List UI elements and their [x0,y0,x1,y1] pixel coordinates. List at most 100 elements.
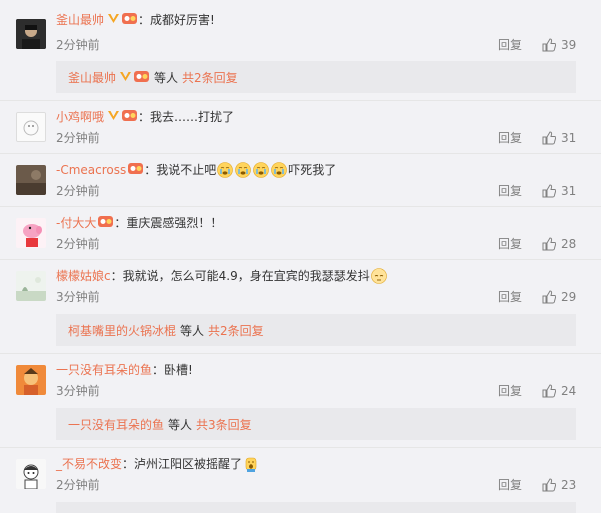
sub-reply-etc: 等人 [168,417,193,432]
username[interactable]: _不易不改变 [56,455,122,473]
divider [0,153,601,154]
like-count: 24 [561,384,577,398]
comment-time: 2分钟前 [56,131,100,145]
level-badge-icon [98,214,114,233]
username[interactable]: -付大大 [56,214,96,232]
comment-text: 我去……打扰了 [150,110,235,124]
like-count: 29 [561,290,577,304]
reply-button[interactable]: 回复 [498,37,522,53]
sub-reply-username[interactable]: 一只没有耳朵的鱼 [68,416,164,433]
comment-time: 2分钟前 [56,478,100,492]
reply-button[interactable]: 回复 [498,383,522,399]
username[interactable]: 一只没有耳朵的鱼 [56,361,152,379]
sub-replies-box[interactable]: 一只没有耳朵的鱼 等人 共3条回复 [56,408,576,440]
thumbs-up-icon [542,131,556,145]
divider [0,100,601,101]
like-button[interactable]: 31 [542,130,576,146]
like-count: 28 [561,237,577,251]
like-count: 31 [561,131,577,145]
divider [0,259,601,260]
like-button[interactable]: 23 [542,477,576,493]
colon: ： [152,363,165,377]
level-badge-icon [122,108,138,127]
divider [0,206,601,207]
comment-time: 2分钟前 [56,184,100,198]
crying-emoji-icon [217,162,234,178]
comment-text-after: 吓死我了 [288,163,337,177]
colon: ： [122,457,135,471]
sub-reply-username[interactable]: 柯基嘴里的火锅冰棍 [68,322,176,339]
sub-reply-total[interactable]: 共2条回复 [182,69,238,86]
sub-reply-total[interactable]: 共2条回复 [208,322,264,339]
username[interactable]: 釜山最帅 [56,11,104,29]
colon: ： [110,269,123,283]
avatar[interactable] [16,112,46,142]
avatar[interactable] [16,218,46,248]
thumbs-up-icon [542,184,556,198]
verified-v-icon [107,11,120,29]
thumbs-up-icon [542,290,556,304]
username[interactable]: -Cmeacross [56,161,126,179]
crying-emoji-icon [271,162,288,178]
avatar-photo-dark-icon [16,165,46,195]
avatar-cartoon-chick-icon [17,113,45,141]
sub-reply-etc: 等人 [180,323,205,338]
reply-button[interactable]: 回复 [498,130,522,146]
avatar[interactable] [16,365,46,395]
like-button[interactable]: 24 [542,383,576,399]
reply-button[interactable]: 回复 [498,183,522,199]
colon: ： [114,216,127,230]
thumbs-up-icon [542,384,556,398]
like-button[interactable]: 29 [542,289,576,305]
avatar[interactable] [16,271,46,301]
avatar[interactable] [16,19,46,49]
like-button[interactable]: 28 [542,236,576,252]
like-button[interactable]: 31 [542,183,576,199]
like-button[interactable]: 39 [542,37,576,53]
comment-text: 泸州江阳区被摇醒了 [134,457,243,471]
yawn-emoji-icon [243,456,259,472]
username[interactable]: 檬檬姑娘c [56,267,111,285]
crying-emoji-icon [253,162,270,178]
comment-time: 2分钟前 [56,237,100,251]
colon: ： [138,13,151,27]
like-count: 39 [561,38,577,52]
comment-time: 2分钟前 [56,38,100,52]
divider [0,447,601,448]
sub-reply-etc: 等人 [154,70,179,85]
avatar[interactable] [16,459,46,489]
avatar-cartoon-boy-icon [16,459,46,489]
crying-emoji-icon [235,162,252,178]
like-count: 23 [561,478,577,492]
thumbs-up-icon [542,478,556,492]
comment-text: 重庆震感强烈！！ [126,216,223,230]
divider [0,353,601,354]
sub-reply-username[interactable]: 釜山最帅 [68,69,116,86]
shiver-emoji-icon [370,268,387,284]
verified-v-icon [107,108,120,126]
sub-replies-box[interactable]: 柯基嘴里的火锅冰棍 等人 共2条回复 [56,314,576,346]
comment-text-before: 我说不止吧 [156,163,217,177]
thumbs-up-icon [542,237,556,251]
comment-time: 3分钟前 [56,384,100,398]
sub-replies-box-partial [56,502,576,513]
username[interactable]: 小鸡啊哦 [56,108,104,126]
verified-v-icon [119,70,132,85]
sub-replies-box[interactable]: 釜山最帅 等人 共2条回复 [56,61,576,93]
colon: ： [144,163,157,177]
avatar[interactable] [16,165,46,195]
avatar-cartoon-orange-icon [16,365,46,395]
reply-button[interactable]: 回复 [498,289,522,305]
level-badge-icon [134,69,150,86]
reply-button[interactable]: 回复 [498,236,522,252]
sub-reply-total[interactable]: 共3条回复 [196,416,252,433]
level-badge-icon [128,161,144,180]
thumbs-up-icon [542,38,556,52]
reply-button[interactable]: 回复 [498,477,522,493]
colon: ： [138,110,151,124]
avatar-person-dark-icon [16,19,46,49]
level-badge-icon [122,11,138,30]
comment-time: 3分钟前 [56,290,100,304]
comment-text: 卧槽! [164,363,193,377]
like-count: 31 [561,184,577,198]
